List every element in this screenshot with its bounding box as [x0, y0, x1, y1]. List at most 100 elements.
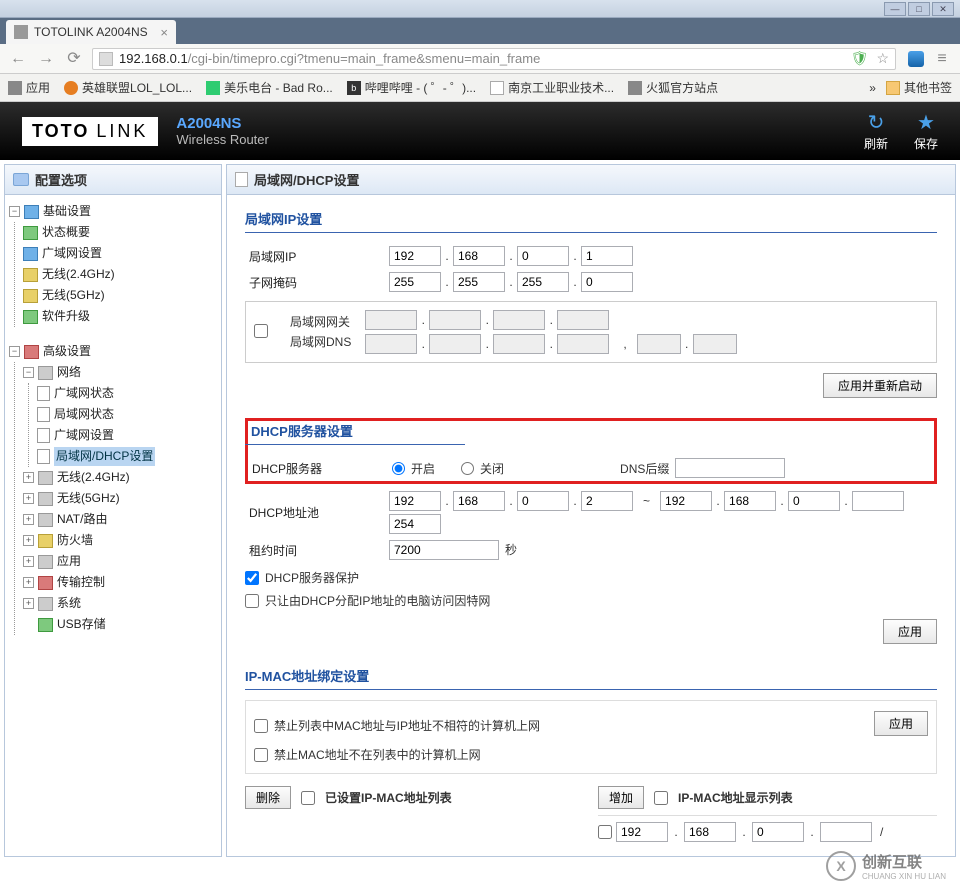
collapse-icon[interactable]: − [23, 367, 34, 378]
forward-button[interactable]: → [36, 49, 56, 69]
maximize-button[interactable]: □ [908, 2, 930, 16]
tree-apps[interactable]: +应用 [23, 551, 217, 572]
tree-network[interactable]: −网络 [23, 362, 217, 383]
tree-wan[interactable]: 广域网设置 [23, 243, 217, 264]
pool-s4[interactable] [581, 491, 633, 511]
page-icon [37, 449, 50, 464]
lan-ip-4[interactable] [581, 246, 633, 266]
tab-close-icon[interactable]: × [160, 25, 168, 40]
row-ip-2[interactable] [684, 822, 736, 842]
dhcp-off-radio[interactable] [461, 462, 474, 475]
apps-bookmark[interactable]: 应用 [8, 79, 50, 96]
bookmark-overflow[interactable]: » [869, 81, 876, 95]
tree-system[interactable]: +系统 [23, 593, 217, 614]
lan-ip-1[interactable] [389, 246, 441, 266]
url-path: /cgi-bin/timepro.cgi?tmenu=main_frame&sm… [188, 51, 541, 66]
tab-strip: TOTOLINK A2004NS × [0, 18, 960, 44]
row-ip-1[interactable] [616, 822, 668, 842]
pool-e1[interactable] [660, 491, 712, 511]
tree-adv-wifi24[interactable]: +无线(2.4GHz) [23, 467, 217, 488]
url-input[interactable]: 192.168.0.1/cgi-bin/timepro.cgi?tmenu=ma… [92, 48, 896, 70]
gateway-enable-checkbox[interactable] [254, 324, 268, 338]
bookmark-bar: 应用 英雄联盟LOL_LOL... 美乐电台 - Bad Ro... b哔哩哔哩… [0, 74, 960, 102]
tree-advanced[interactable]: −高级设置 [9, 341, 217, 362]
apply-restart-button[interactable]: 应用并重新启动 [823, 373, 937, 398]
tree-lan-status[interactable]: 局域网状态 [37, 404, 217, 425]
lan-ip-3[interactable] [517, 246, 569, 266]
wifi-icon [23, 268, 38, 282]
bookmark-njpi[interactable]: 南京工业职业技术... [490, 79, 614, 96]
bookmark-lol[interactable]: 英雄联盟LOL_LOL... [64, 79, 192, 96]
tree-firewall[interactable]: +防火墙 [23, 530, 217, 551]
tree-nat[interactable]: +NAT/路由 [23, 509, 217, 530]
back-button[interactable]: ← [8, 49, 28, 69]
extension-icon[interactable] [908, 51, 924, 67]
expand-icon[interactable]: + [23, 535, 34, 546]
delete-button[interactable]: 删除 [245, 786, 291, 809]
dns-suffix-input[interactable] [675, 458, 785, 478]
add-button[interactable]: 增加 [598, 786, 644, 809]
mask-1[interactable] [389, 272, 441, 292]
pool-s1[interactable] [389, 491, 441, 511]
firefox-icon [628, 81, 642, 95]
collapse-icon[interactable]: − [9, 346, 20, 357]
expand-icon[interactable]: + [23, 598, 34, 609]
menu-icon[interactable]: ≡ [932, 49, 952, 69]
row-checkbox[interactable] [598, 825, 612, 839]
dhcp-only-checkbox[interactable] [245, 594, 259, 608]
save-button[interactable]: ★保存 [914, 110, 938, 152]
bookmark-firefox[interactable]: 火狐官方站点 [628, 79, 718, 96]
reload-button[interactable]: ⟳ [64, 49, 84, 69]
close-window-button[interactable]: ✕ [932, 2, 954, 16]
bookmark-music[interactable]: 美乐电台 - Bad Ro... [206, 79, 333, 96]
pool-e2[interactable] [724, 491, 776, 511]
mask-3[interactable] [517, 272, 569, 292]
minimize-button[interactable]: — [884, 2, 906, 16]
tree-wifi5[interactable]: 无线(5GHz) [23, 285, 217, 306]
lease-input[interactable] [389, 540, 499, 560]
expand-icon[interactable]: + [23, 472, 34, 483]
row-ip-4[interactable] [820, 822, 872, 842]
tree-wifi24[interactable]: 无线(2.4GHz) [23, 264, 217, 285]
bookmark-star-icon[interactable]: ☆ [876, 50, 889, 67]
tree-adv-wifi5[interactable]: +无线(5GHz) [23, 488, 217, 509]
wifi-icon [38, 492, 53, 506]
mask-4[interactable] [581, 272, 633, 292]
tree-status[interactable]: 状态概要 [23, 222, 217, 243]
pool-s2[interactable] [453, 491, 505, 511]
refresh-button[interactable]: ↻刷新 [864, 110, 888, 152]
dns-suffix-label: DNS后缀 [620, 460, 669, 477]
pool-e3[interactable] [788, 491, 840, 511]
expand-icon[interactable]: + [23, 493, 34, 504]
pool-e4[interactable] [852, 491, 904, 511]
expand-icon[interactable]: + [23, 514, 34, 525]
lan-ip-2[interactable] [453, 246, 505, 266]
pool-extra[interactable] [389, 514, 441, 534]
row-ip-3[interactable] [752, 822, 804, 842]
tree-traffic[interactable]: +传输控制 [23, 572, 217, 593]
expand-icon[interactable]: + [23, 556, 34, 567]
deny-unmatched-checkbox[interactable] [254, 719, 268, 733]
page-icon [235, 172, 248, 187]
tree-wan-status[interactable]: 广域网状态 [37, 383, 217, 404]
mask-2[interactable] [453, 272, 505, 292]
bookmark-bili[interactable]: b哔哩哔哩 - ( ゜- ゜)... [347, 79, 476, 96]
tree-basic[interactable]: −基础设置 [9, 201, 217, 222]
tree-upgrade[interactable]: 软件升级 [23, 306, 217, 327]
collapse-icon[interactable]: − [9, 206, 20, 217]
other-bookmarks[interactable]: 其他书签 [886, 79, 952, 96]
tree-wan-setting[interactable]: 广域网设置 [37, 425, 217, 446]
expand-icon[interactable]: + [23, 577, 34, 588]
set-list-all-checkbox[interactable] [301, 791, 315, 805]
dhcp-apply-button[interactable]: 应用 [883, 619, 937, 644]
deny-notinlist-checkbox[interactable] [254, 748, 268, 762]
pool-s3[interactable] [517, 491, 569, 511]
dhcp-on-radio[interactable] [392, 462, 405, 475]
tree-lan-dhcp[interactable]: 局域网/DHCP设置 [37, 446, 217, 467]
dhcp-protect-checkbox[interactable] [245, 571, 259, 585]
shield-icon[interactable]: 🛡 [851, 50, 869, 67]
ipmac-apply-button[interactable]: 应用 [874, 711, 928, 736]
tree-usb[interactable]: USB存储 [23, 614, 217, 635]
display-list-all-checkbox[interactable] [654, 791, 668, 805]
browser-tab[interactable]: TOTOLINK A2004NS × [6, 20, 176, 44]
